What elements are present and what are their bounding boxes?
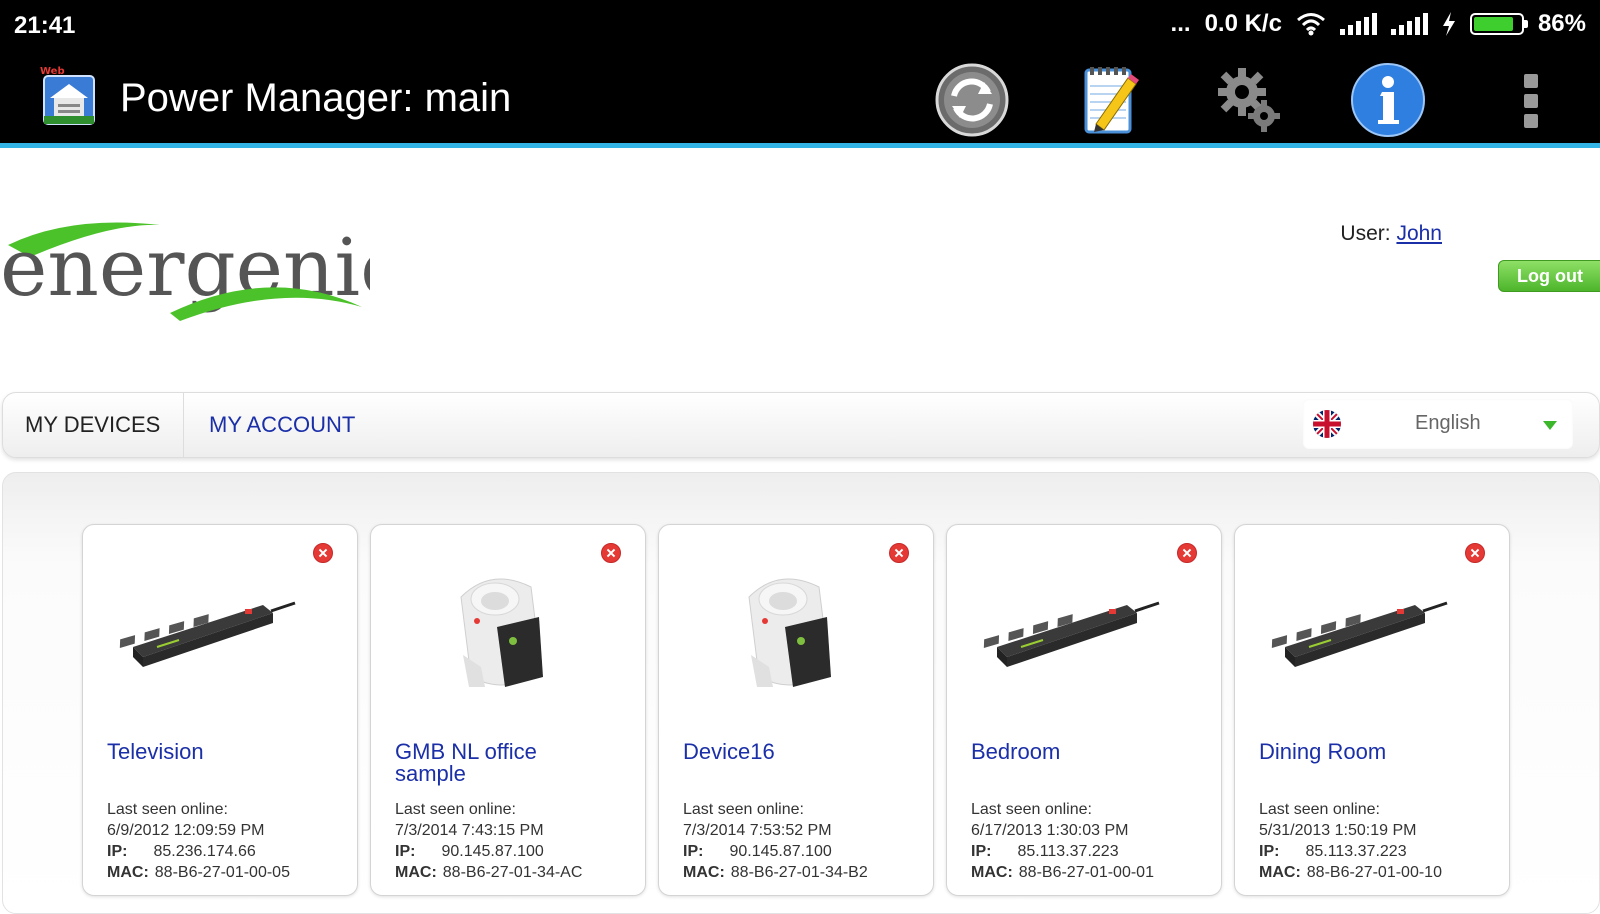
ip-value: 90.145.87.100 bbox=[441, 843, 544, 860]
battery-percent: 86% bbox=[1537, 10, 1586, 37]
language-select[interactable]: English bbox=[1303, 399, 1573, 449]
ip-label: IP: bbox=[683, 843, 704, 860]
last-seen-value: 6/9/2012 12:09:59 PM bbox=[107, 822, 265, 839]
status-bar: 21:41 ... 0.0 K/c 86% bbox=[0, 0, 1600, 52]
network-speed: 0.0 K/c bbox=[1204, 10, 1282, 37]
last-seen-label: Last seen online: bbox=[395, 801, 516, 818]
app-home-icon[interactable]: Web bbox=[40, 64, 98, 126]
tab-divider bbox=[183, 393, 184, 457]
wifi-icon bbox=[1296, 13, 1325, 36]
device-meta: Last seen online: 7/3/2014 7:53:52 PM IP: 9… bbox=[683, 799, 868, 883]
app-icon-badge: Web bbox=[40, 66, 65, 77]
mac-label: MAC: bbox=[971, 864, 1013, 881]
ip-label: IP: bbox=[1259, 843, 1280, 860]
device-card[interactable]: Television Last seen online: 6/9/2012 12:0… bbox=[82, 524, 358, 896]
mac-value: 88-B6-27-01-00-01 bbox=[1018, 864, 1154, 881]
user-info: User: John bbox=[1340, 222, 1442, 246]
device-meta: Last seen online: 5/31/2013 1:50:19 PM IP:… bbox=[1259, 799, 1442, 883]
last-seen-value: 5/31/2013 1:50:19 PM bbox=[1259, 822, 1417, 839]
main-navigation: MY DEVICES MY ACCOUNT English bbox=[2, 392, 1600, 458]
mac-label: MAC: bbox=[107, 864, 149, 881]
ip-value: 85.236.174.66 bbox=[153, 843, 256, 860]
battery-icon bbox=[1469, 13, 1528, 35]
mac-value: 88-B6-27-01-34-AC bbox=[442, 864, 583, 881]
power-strip-image bbox=[1270, 601, 1449, 669]
last-seen-value: 7/3/2014 7:43:15 PM bbox=[395, 822, 544, 839]
device-meta: Last seen online: 6/17/2013 1:30:03 PM IP:… bbox=[971, 799, 1154, 883]
mac-value: 88-B6-27-01-00-05 bbox=[154, 864, 290, 881]
ip-label: IP: bbox=[971, 843, 992, 860]
ip-value: 85.113.37.223 bbox=[1305, 843, 1407, 860]
tab-my-account[interactable]: MY ACCOUNT bbox=[209, 393, 355, 457]
mac-label: MAC: bbox=[1259, 864, 1301, 881]
signal-icon bbox=[1390, 13, 1428, 35]
ip-label: IP: bbox=[107, 843, 128, 860]
last-seen-label: Last seen online: bbox=[107, 801, 228, 818]
mac-value: 88-B6-27-01-34-B2 bbox=[730, 864, 868, 881]
user-name-link[interactable]: John bbox=[1396, 222, 1442, 245]
status-icons: ... 0.0 K/c 86% bbox=[1171, 10, 1586, 38]
charging-icon bbox=[1442, 12, 1455, 36]
user-label: User: bbox=[1340, 222, 1391, 245]
mac-label: MAC: bbox=[683, 864, 725, 881]
notepad-icon[interactable] bbox=[1072, 62, 1148, 138]
clock: 21:41 bbox=[14, 12, 76, 39]
last-seen-value: 7/3/2014 7:53:52 PM bbox=[683, 822, 832, 839]
last-seen-label: Last seen online: bbox=[683, 801, 804, 818]
info-icon[interactable] bbox=[1350, 62, 1426, 138]
logo-text: energenie bbox=[0, 221, 370, 314]
power-strip-image bbox=[982, 601, 1161, 669]
refresh-icon[interactable] bbox=[934, 62, 1010, 138]
device-card[interactable]: GMB NL office sample Last seen online: 7/3… bbox=[370, 524, 646, 896]
power-strip-image bbox=[118, 601, 297, 669]
smart-plug-image bbox=[460, 578, 544, 688]
tab-my-devices[interactable]: MY DEVICES bbox=[25, 393, 160, 457]
device-meta: Last seen online: 7/3/2014 7:43:15 PM IP: 9… bbox=[395, 799, 582, 883]
overflow-menu-icon[interactable] bbox=[1516, 74, 1546, 128]
device-name[interactable]: Device16 bbox=[683, 741, 883, 763]
app-title: Power Manager: main bbox=[120, 76, 512, 120]
last-seen-label: Last seen online: bbox=[1259, 801, 1380, 818]
language-label: English bbox=[1415, 412, 1481, 434]
device-card[interactable]: Dining Room Last seen online: 5/31/2013 1:… bbox=[1234, 524, 1510, 896]
device-card[interactable]: Device16 Last seen online: 7/3/2014 7:53:5… bbox=[658, 524, 934, 896]
settings-gears-icon[interactable] bbox=[1212, 62, 1288, 138]
uk-flag-icon bbox=[1313, 410, 1341, 438]
ip-label: IP: bbox=[395, 843, 416, 860]
notification-dots: ... bbox=[1170, 10, 1191, 37]
smart-plug-image bbox=[748, 578, 832, 688]
signal-icon bbox=[1339, 13, 1377, 35]
device-name[interactable]: Dining Room bbox=[1259, 741, 1459, 763]
device-name[interactable]: GMB NL office sample bbox=[395, 741, 595, 785]
ip-value: 85.113.37.223 bbox=[1017, 843, 1119, 860]
energenie-logo: energenie bbox=[0, 205, 407, 335]
device-meta: Last seen online: 6/9/2012 12:09:59 PM IP:… bbox=[107, 799, 290, 883]
logout-button[interactable]: Log out bbox=[1498, 260, 1600, 292]
ip-value: 90.145.87.100 bbox=[729, 843, 832, 860]
device-name[interactable]: Television bbox=[107, 741, 307, 763]
action-bar: Web Power Manager: main bbox=[0, 52, 1600, 148]
mac-value: 88-B6-27-01-00-10 bbox=[1306, 864, 1442, 881]
last-seen-label: Last seen online: bbox=[971, 801, 1092, 818]
dropdown-arrow-icon bbox=[1543, 421, 1557, 430]
device-name[interactable]: Bedroom bbox=[971, 741, 1171, 763]
mac-label: MAC: bbox=[395, 864, 437, 881]
device-card[interactable]: Bedroom Last seen online: 6/17/2013 1:30:0… bbox=[946, 524, 1222, 896]
last-seen-value: 6/17/2013 1:30:03 PM bbox=[971, 822, 1129, 839]
